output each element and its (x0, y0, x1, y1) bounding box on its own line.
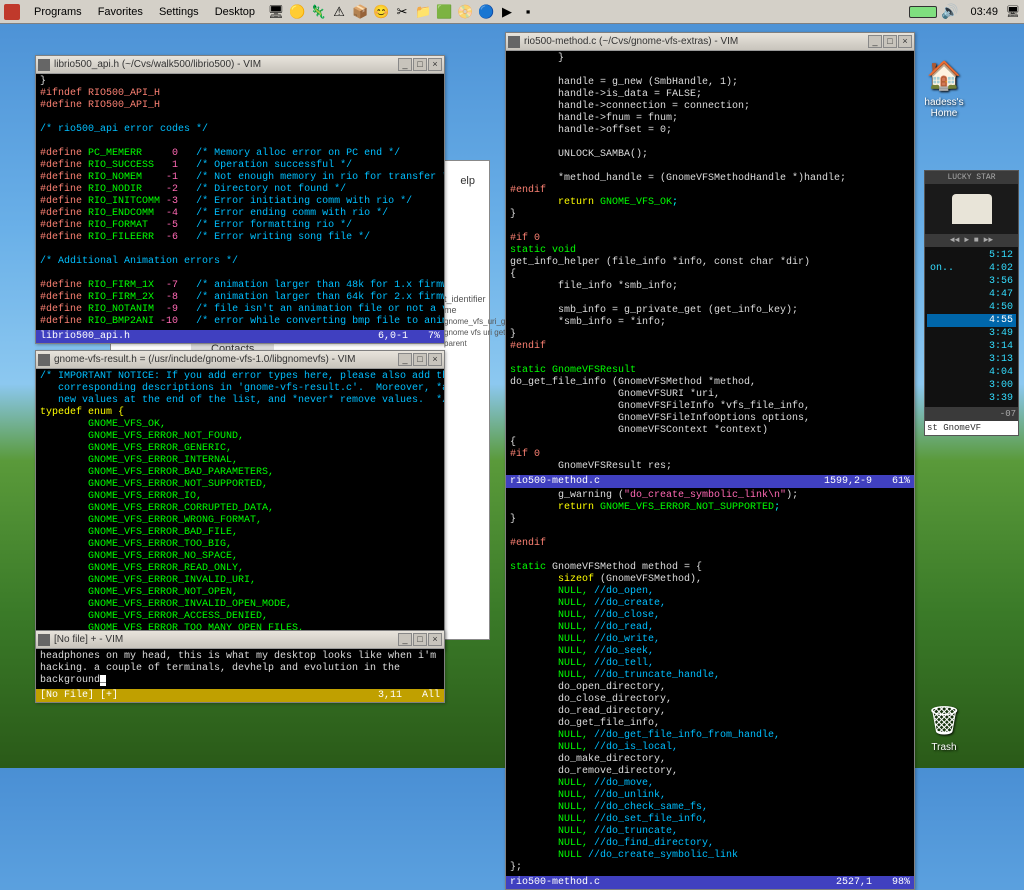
close-button[interactable]: × (428, 633, 442, 646)
window-icon (38, 354, 50, 366)
playlist[interactable]: 5:12on..4:023:564:474:504:553:493:143:13… (925, 247, 1018, 407)
vim-status-bar: [No File] [+] 3,11 All (36, 689, 444, 702)
launcher-icons: 🖥 🟡 🦎 ⚠ 📦 😊 ✂ 📁 🟩 📀 🔵 ▶ ▪ (267, 3, 537, 21)
status-pct: 98% (892, 876, 910, 889)
battery-indicator (909, 6, 937, 18)
bg-text: me (444, 305, 506, 316)
status-filename: librio500_api.h (40, 330, 378, 343)
minimize-button[interactable]: _ (868, 35, 882, 48)
bg-text: elp (456, 171, 479, 191)
vim-editor-body[interactable]: } #ifndef RIO500_API_H #define RIO500_AP… (36, 74, 444, 330)
player-vu (925, 184, 1018, 234)
maximize-button[interactable]: □ (413, 353, 427, 366)
vim-status-bar-split: rio500-method.c 1599,2-9 61% (506, 475, 914, 488)
bg-text: t_identifier (444, 294, 506, 305)
app-icon[interactable]: ⚠ (330, 3, 348, 21)
app-icon[interactable]: 🟩 (435, 3, 453, 21)
app-icon[interactable]: ▶ (498, 3, 516, 21)
vim-window-rio500method[interactable]: rio500-method.c (~/Cvs/gnome-vfs-extras)… (505, 32, 915, 890)
close-button[interactable]: × (898, 35, 912, 48)
app-icon[interactable]: ▪ (519, 3, 537, 21)
app-icon[interactable]: 📦 (351, 3, 369, 21)
window-icon (38, 59, 50, 71)
trash-desktop-icon[interactable]: 🗑 Trash (914, 700, 974, 753)
menu-settings[interactable]: Settings (151, 4, 207, 20)
status-pos: 2527,1 (836, 876, 872, 889)
player-footer: -07 (925, 407, 1018, 421)
close-button[interactable]: × (428, 353, 442, 366)
window-title: rio500-method.c (~/Cvs/gnome-vfs-extras)… (524, 36, 868, 47)
maximize-button[interactable]: □ (413, 633, 427, 646)
tray-icon[interactable]: 🖥 (1006, 5, 1020, 18)
clock: 03:49 (971, 6, 999, 18)
close-button[interactable]: × (428, 58, 442, 71)
vim-status-bar: rio500-method.c 2527,1 98% (506, 876, 914, 889)
status-pos: 1599,2-9 (824, 475, 872, 488)
home-label: hadess's Home (914, 97, 974, 119)
app-icon[interactable]: ✂ (393, 3, 411, 21)
app-icon[interactable]: 🖥 (267, 3, 285, 21)
player-text: st GnomeVF (925, 421, 1018, 435)
titlebar[interactable]: [No file] + - VIM _ □ × (36, 631, 444, 649)
bg-text: gnome_vfs_uri_get_most_part (444, 316, 506, 327)
app-icon[interactable]: 🔵 (477, 3, 495, 21)
window-icon (38, 634, 50, 646)
window-title: [No file] + - VIM (54, 634, 398, 645)
maximize-button[interactable]: □ (413, 58, 427, 71)
volume-icon[interactable]: 🔊 (941, 3, 958, 20)
maximize-button[interactable]: □ (883, 35, 897, 48)
bg-fragment: t_identifier me gnome_vfs_uri_get_most_p… (440, 290, 510, 360)
titlebar[interactable]: gnome-vfs-result.h = (/usr/include/gnome… (36, 351, 444, 369)
window-title: gnome-vfs-result.h = (/usr/include/gnome… (54, 354, 398, 365)
minimize-button[interactable]: _ (398, 58, 412, 71)
trash-icon: 🗑 (924, 700, 964, 740)
titlebar[interactable]: librio500_api.h (~/Cvs/walk500/librio500… (36, 56, 444, 74)
window-icon (508, 36, 520, 48)
app-icon[interactable]: 🟡 (288, 3, 306, 21)
status-filename: [No File] [+] (40, 689, 378, 702)
vim-status-bar: librio500_api.h 6,0-1 7% (36, 330, 444, 343)
minimize-button[interactable]: _ (398, 633, 412, 646)
music-player[interactable]: LUCKY STAR ◄◄ ► ■ ►► 5:12on..4:023:564:4… (924, 170, 1019, 436)
status-filename: rio500-method.c (510, 876, 836, 889)
vim-editor-body[interactable]: g_warning ("do_create_symbolic_link\n");… (506, 488, 914, 876)
app-icon[interactable]: 🦎 (309, 3, 327, 21)
vim-window-librio[interactable]: librio500_api.h (~/Cvs/walk500/librio500… (35, 55, 445, 344)
status-pct: 61% (892, 475, 910, 488)
status-pos: 3,11 (378, 689, 402, 702)
status-pct: 7% (428, 330, 440, 343)
trash-label: Trash (914, 742, 974, 753)
house-icon: 🏠 (924, 55, 964, 95)
foot-menu-icon[interactable] (4, 4, 20, 20)
status-pct: All (422, 689, 440, 702)
vim-window-scratch[interactable]: [No file] + - VIM _ □ × headphones on my… (35, 630, 445, 703)
vim-editor-body[interactable]: } handle = g_new (SmbHandle, 1); handle-… (506, 51, 914, 475)
titlebar[interactable]: rio500-method.c (~/Cvs/gnome-vfs-extras)… (506, 33, 914, 51)
menu-programs[interactable]: Programs (26, 4, 90, 20)
minimize-button[interactable]: _ (398, 353, 412, 366)
window-title: librio500_api.h (~/Cvs/walk500/librio500… (54, 59, 398, 70)
vim-window-gnomevfs[interactable]: gnome-vfs-result.h = (/usr/include/gnome… (35, 350, 445, 651)
app-icon[interactable]: 😊 (372, 3, 390, 21)
menu-desktop[interactable]: Desktop (207, 4, 263, 20)
app-icon[interactable]: 📁 (414, 3, 432, 21)
bg-text: gnome vfs uri get parent (444, 327, 506, 349)
top-menubar: Programs Favorites Settings Desktop 🖥 🟡 … (0, 0, 1024, 24)
player-buttons[interactable]: ◄◄ ► ■ ►► (925, 234, 1018, 247)
vim-editor-body[interactable]: headphones on my head, this is what my d… (36, 649, 444, 689)
status-filename: rio500-method.c (510, 475, 824, 488)
player-header: LUCKY STAR (925, 171, 1018, 184)
status-pos: 6,0-1 (378, 330, 408, 343)
vim-editor-body[interactable]: /* IMPORTANT NOTICE: If you add error ty… (36, 369, 444, 637)
app-icon[interactable]: 📀 (456, 3, 474, 21)
home-desktop-icon[interactable]: 🏠 hadess's Home (914, 55, 974, 119)
menu-favorites[interactable]: Favorites (90, 4, 151, 20)
